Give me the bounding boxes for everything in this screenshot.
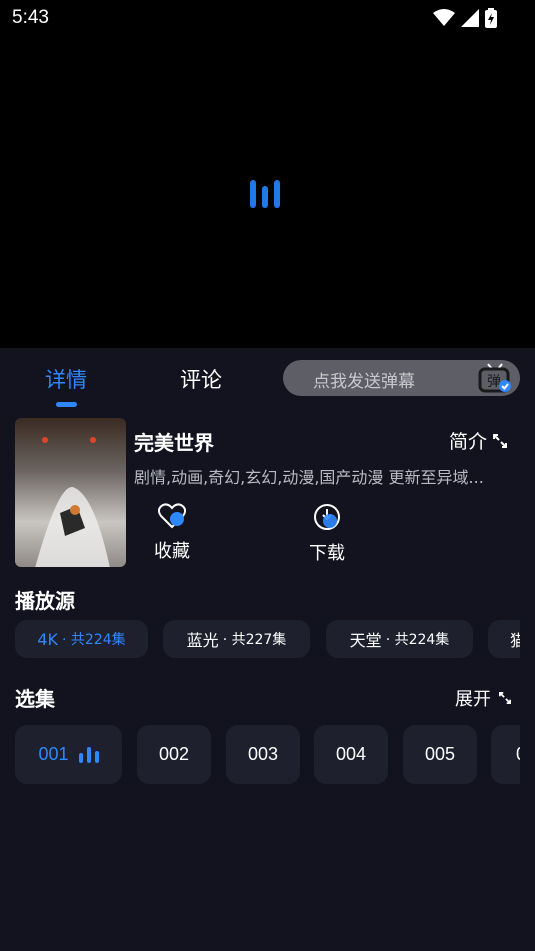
episode-item[interactable]: 003 (226, 725, 300, 784)
tab-details[interactable]: 详情 (45, 364, 87, 394)
wifi-icon (433, 9, 455, 26)
expand-icon (493, 433, 508, 448)
episode-item[interactable]: 002 (137, 725, 211, 784)
battery-icon (485, 8, 497, 28)
source-chip-tiantang[interactable]: 天堂 · 共224集 (326, 620, 473, 658)
download-button[interactable]: 下载 (292, 503, 362, 565)
source-chip-4k[interactable]: 4K · 共224集 (15, 620, 148, 658)
episode-item[interactable]: 004 (314, 725, 388, 784)
expand-icon (499, 692, 511, 704)
episode-number: 001 (38, 744, 69, 764)
download-label: 下载 (309, 543, 345, 564)
status-time: 5:43 (12, 7, 49, 28)
sources-title: 播放源 (15, 589, 75, 613)
svg-text:弹: 弹 (487, 374, 501, 390)
source-chip-more[interactable]: 猫 (488, 620, 520, 658)
danmaku-toggle-icon[interactable]: 弹 (478, 362, 512, 394)
intro-button[interactable]: 简介 (449, 427, 508, 454)
episode-number: 004 (335, 744, 367, 764)
video-player[interactable] (0, 0, 535, 348)
expand-label: 展开 (455, 689, 491, 710)
source-chip-bluray[interactable]: 蓝光 · 共227集 (163, 620, 310, 658)
episode-number: 003 (247, 744, 279, 764)
source-name: 蓝光 (186, 631, 219, 650)
tab-comments[interactable]: 评论 (180, 364, 222, 394)
source-name: 4K (37, 629, 59, 649)
cover-image[interactable] (15, 418, 126, 567)
danmaku-placeholder: 点我发送弹幕 (313, 372, 415, 392)
loading-indicator (250, 180, 280, 208)
episode-number: 002 (158, 744, 190, 764)
episode-number: 006 (516, 744, 520, 765)
download-icon (314, 504, 340, 530)
show-title: 完美世界 (134, 431, 214, 455)
signal-icon (461, 9, 479, 27)
intro-label: 简介 (449, 431, 488, 453)
episode-item[interactable]: 006 (491, 725, 520, 784)
danmaku-input[interactable]: 点我发送弹幕 弹 (283, 360, 520, 396)
episode-list: 001 002 003 004 005 006 (15, 725, 520, 785)
active-tab-indicator (56, 402, 77, 407)
heart-icon (157, 503, 187, 529)
favorite-label: 收藏 (154, 541, 190, 562)
episode-item[interactable]: 005 (403, 725, 477, 784)
source-name: 猫 (510, 631, 520, 650)
source-name: 天堂 (349, 631, 382, 650)
show-tags: 剧情,动画,奇幻,玄幻,动漫,国产动漫 更新至异域... (134, 468, 484, 487)
favorite-button[interactable]: 收藏 (137, 503, 207, 563)
episode-number: 005 (424, 744, 456, 764)
source-list: 4K · 共224集 蓝光 · 共227集 天堂 · 共224集 猫 (15, 620, 520, 660)
expand-episodes-button[interactable]: 展开 (455, 685, 511, 711)
source-count: · 共224集 (62, 632, 126, 648)
playing-indicator-icon (78, 746, 99, 763)
source-count: · 共224集 (385, 632, 450, 648)
episodes-title: 选集 (15, 687, 55, 711)
episode-item[interactable]: 001 (15, 725, 122, 784)
source-count: · 共227集 (222, 632, 287, 648)
status-bar: 5:43 (0, 0, 535, 36)
